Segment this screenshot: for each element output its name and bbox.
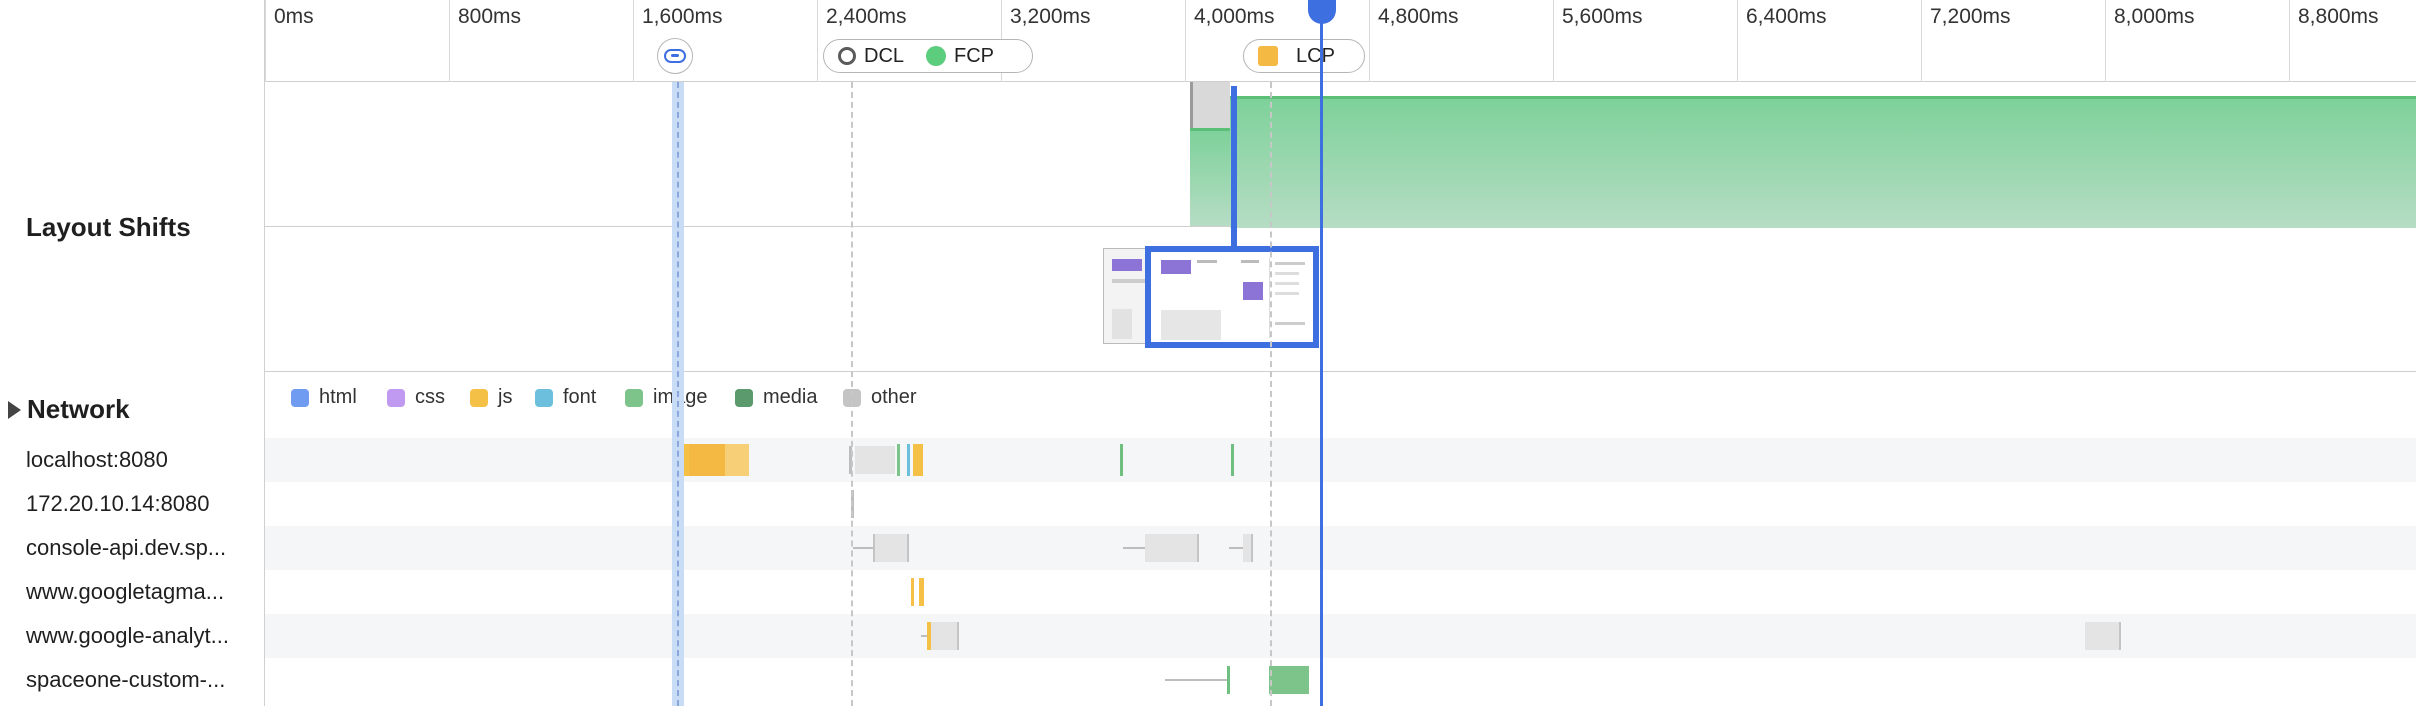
navigation-marker[interactable] [657,38,693,74]
layout-shifts-title: Layout Shifts [26,212,191,242]
ruler-tick: 800ms [449,0,521,82]
font-swatch-icon [535,388,553,407]
lcp-square-icon [1258,46,1278,66]
legend-item-other: other [843,386,917,409]
network-row[interactable] [265,482,2416,526]
network-row[interactable] [265,658,2416,702]
ruler-tick: 2,400ms [817,0,907,82]
ruler-tick: 4,800ms [1369,0,1459,82]
ruler-tick: 0ms [265,0,314,82]
network-host-label: www.googletagma... [26,579,225,604]
ruler-tick: 8,800ms [2289,0,2379,82]
ruler-tick: 4,000ms [1185,0,1275,82]
ruler-tick: 8,000ms [2105,0,2195,82]
dcl-label: DCL [864,44,905,67]
network-row[interactable] [265,614,2416,658]
track-labels-column: Layout Shifts Network localhost:8080 172… [0,0,265,706]
ruler-tick: 7,200ms [1921,0,2011,82]
legend-item-html: html [291,386,357,409]
network-host-label: 172.20.10.14:8080 [26,491,210,516]
network-row[interactable] [265,570,2416,614]
navigation-start-line [677,82,679,706]
legend-item-js: js [470,386,512,409]
network-host-label: console-api.dev.sp... [26,535,227,560]
legend-item-image: image [625,386,707,409]
legend-item-media: media [735,386,817,409]
css-swatch-icon [387,388,405,407]
network-host-label: www.google-analyt... [26,623,229,648]
lcp-label: LCP [1296,44,1335,67]
lcp-marker[interactable]: LCP [1243,39,1365,73]
triangle-right-icon [8,400,21,419]
lcp-line [1270,82,1272,706]
layout-shifts-track[interactable] [265,82,2416,372]
network-track-toggle[interactable]: Network [8,394,130,425]
playhead-line[interactable] [1320,8,1323,706]
fcp-dot-icon [926,46,947,66]
fcp-label: FCP [954,44,995,67]
network-row[interactable] [265,526,2416,570]
media-swatch-icon [735,388,753,407]
filmstrip-thumbnail-selected[interactable] [1145,246,1319,348]
ruler-tick: 5,600ms [1553,0,1643,82]
layout-shift-band-main[interactable] [1230,96,2416,228]
ruler-tick: 1,600ms [633,0,723,82]
dcl-fcp-marker[interactable]: DCL FCP [823,39,1033,73]
dcl-circle-icon [838,47,856,65]
html-swatch-icon [291,388,309,407]
legend-item-font: font [535,386,596,409]
image-swatch-icon [625,388,643,407]
network-host-label: spaceone-custom-... [26,667,226,692]
legend-item-css: css [387,386,445,409]
network-title: Network [27,394,130,424]
ruler-tick: 6,400ms [1737,0,1827,82]
link-icon [664,49,686,63]
time-ruler[interactable]: 0ms 800ms 1,600ms 2,400ms 3,200ms 4,000m… [265,0,2416,82]
filmstrip-connector [1231,86,1237,246]
dcl-line [851,82,853,706]
network-row[interactable] [265,438,2416,482]
layout-shift-band-start [1190,128,1232,226]
network-host-label: localhost:8080 [26,447,168,472]
js-swatch-icon [470,388,488,407]
network-track[interactable]: html css js font image media other [265,372,2416,706]
